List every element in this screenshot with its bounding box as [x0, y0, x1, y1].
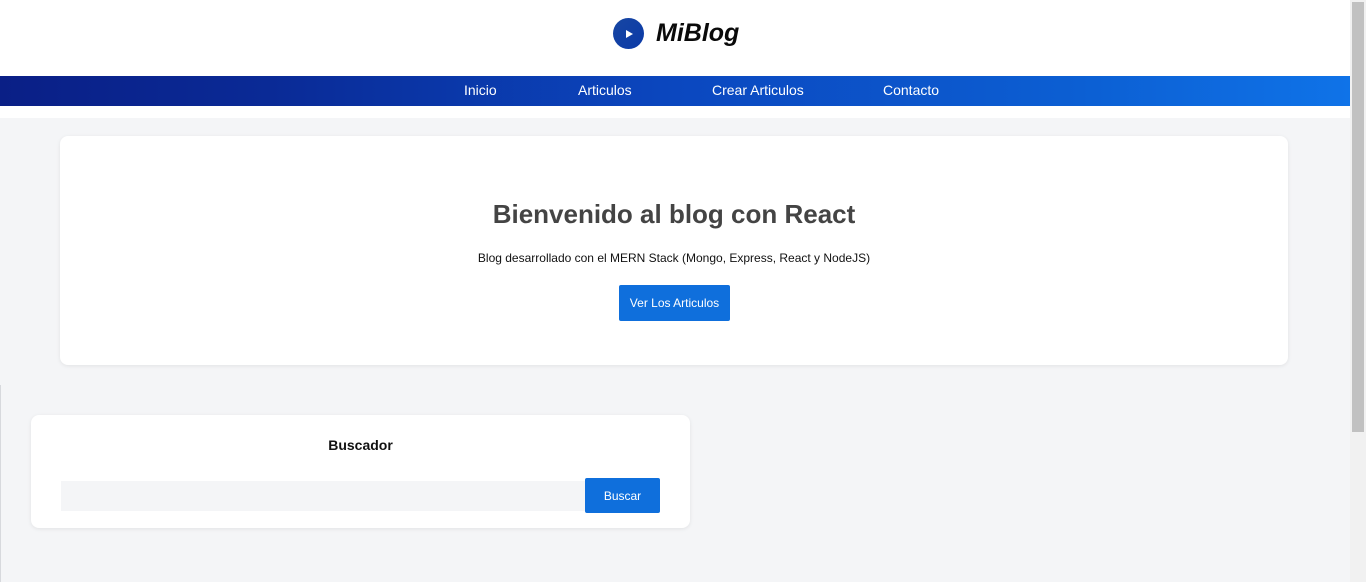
nav-item-contacto[interactable]: Contacto: [883, 82, 939, 98]
search-title: Buscador: [328, 437, 393, 453]
view-articles-button[interactable]: Ver Los Articulos: [619, 285, 730, 321]
search-input[interactable]: [61, 481, 585, 511]
play-icon-glyph: [625, 29, 633, 38]
hero-card: Bienvenido al blog con React Blog desarr…: [60, 136, 1288, 365]
hero-title: Bienvenido al blog con React: [492, 199, 856, 229]
vertical-scrollbar[interactable]: [1350, 0, 1366, 582]
search-button[interactable]: Buscar: [585, 478, 660, 513]
nav-item-inicio[interactable]: Inicio: [464, 82, 497, 98]
search-card: Buscador Buscar: [31, 415, 690, 528]
hero-subtitle: Blog desarrollado con el MERN Stack (Mon…: [477, 251, 871, 265]
scrollbar-thumb[interactable]: [1352, 2, 1364, 432]
brand[interactable]: MiBlog: [613, 18, 739, 49]
site-header: MiBlog: [0, 0, 1350, 76]
brand-title: MiBlog: [656, 19, 740, 47]
nav-item-crear-articulos[interactable]: Crear Articulos: [712, 82, 804, 98]
nav-item-articulos[interactable]: Articulos: [578, 82, 632, 98]
page: MiBlog Inicio Articulos Crear Articulos …: [0, 0, 1350, 582]
sidebar-divider: [0, 385, 1, 582]
main-navbar: Inicio Articulos Crear Articulos Contact…: [0, 76, 1350, 106]
nav-spacer: [0, 106, 1350, 118]
play-icon: [613, 18, 644, 49]
